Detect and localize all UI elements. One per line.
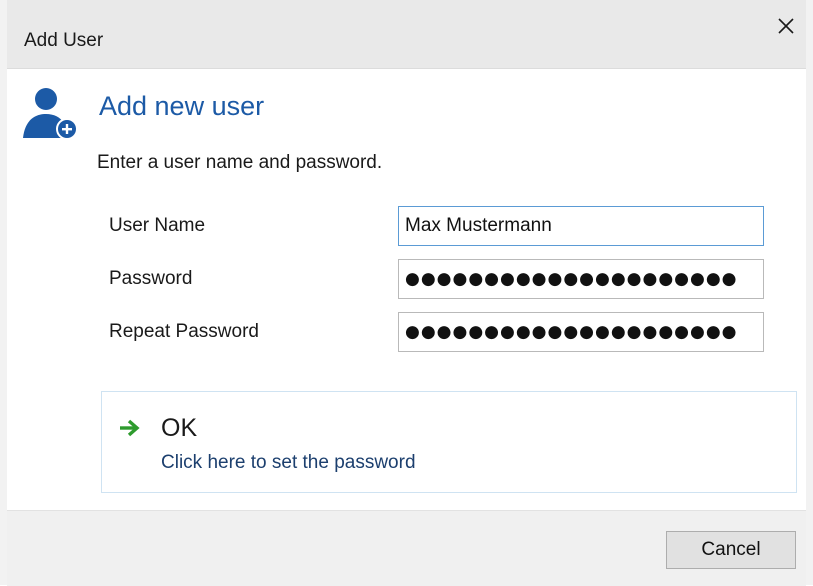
arrow-right-icon bbox=[120, 419, 140, 437]
password-field[interactable] bbox=[398, 259, 764, 299]
cancel-button[interactable]: Cancel bbox=[666, 531, 796, 569]
ok-description: Click here to set the password bbox=[161, 452, 416, 473]
dialog-heading: Add new user bbox=[99, 91, 265, 121]
ok-title: OK bbox=[161, 414, 198, 442]
ok-button[interactable]: OK Click here to set the password bbox=[101, 391, 797, 493]
window-title: Add User bbox=[24, 30, 104, 51]
close-icon bbox=[778, 18, 794, 34]
repeat-password-field[interactable] bbox=[398, 312, 764, 352]
dialog-footer: Cancel bbox=[7, 510, 806, 586]
add-user-icon bbox=[23, 88, 77, 140]
repeat-password-label: Repeat Password bbox=[109, 321, 259, 342]
username-label: User Name bbox=[109, 215, 206, 236]
close-button[interactable] bbox=[772, 12, 800, 40]
instruction-text: Enter a user name and password. bbox=[97, 152, 383, 173]
username-field[interactable] bbox=[398, 206, 764, 246]
password-label: Password bbox=[109, 268, 193, 289]
title-bar: Add User bbox=[7, 0, 806, 69]
dialog-content: Add new user Enter a user name and passw… bbox=[7, 69, 806, 510]
add-user-dialog: Add User Add new user Enter a user name … bbox=[0, 0, 813, 586]
